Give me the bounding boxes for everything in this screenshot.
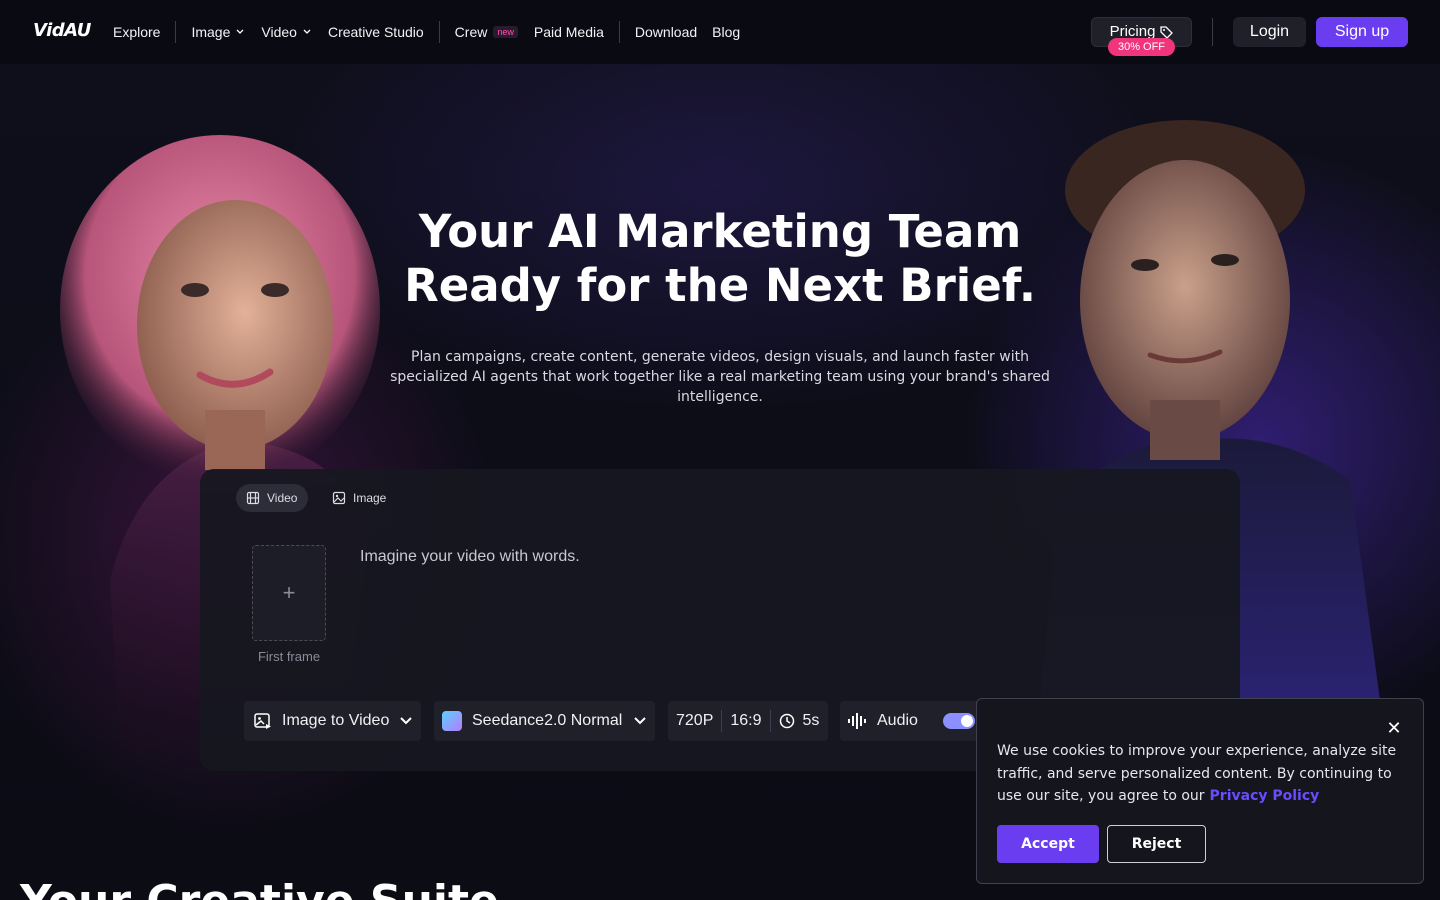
headline-line-2: Ready for the Next Brief. — [404, 259, 1036, 312]
nav-image-dropdown[interactable]: Image — [191, 24, 244, 40]
image-to-video-icon — [254, 713, 271, 729]
cookie-banner: ✕ We use cookies to improve your experie… — [976, 698, 1424, 884]
nav-paid-media-label: Paid Media — [533, 24, 604, 40]
first-frame-label: First frame — [257, 649, 321, 664]
tab-image[interactable]: Image — [322, 484, 398, 512]
audio-label: Audio — [877, 712, 918, 729]
nav-blog-label: Blog — [712, 24, 741, 40]
settings-divider — [769, 710, 771, 732]
plus-icon: + — [282, 580, 296, 605]
tab-image-label: Image — [353, 491, 387, 505]
nav-divider — [1212, 18, 1213, 46]
nav-explore[interactable]: Explore — [113, 24, 160, 40]
nav-divider — [618, 21, 620, 43]
headline-line-1: Your AI Marketing Team — [418, 205, 1022, 258]
hero-headline: Your AI Marketing Team Ready for the Nex… — [320, 205, 1120, 313]
signup-button[interactable]: Sign up — [1316, 17, 1408, 47]
chevron-down-icon — [400, 717, 413, 725]
nav-creative-studio[interactable]: Creative Studio — [328, 24, 424, 40]
privacy-policy-link[interactable]: Privacy Policy — [1210, 788, 1320, 804]
nav-crew-label: Crew — [454, 24, 488, 40]
chevron-down-icon — [303, 29, 311, 34]
chevron-down-icon — [634, 717, 647, 725]
settings-divider — [721, 710, 723, 732]
nav-download[interactable]: Download — [635, 24, 697, 40]
aspect-ratio-value: 16:9 — [730, 712, 762, 729]
nav-video-label: Video — [261, 24, 297, 40]
tab-video-label: Video — [267, 491, 298, 505]
mode-select-value: Image to Video — [282, 712, 390, 729]
resolution-value: 720P — [676, 712, 714, 729]
prompt-input[interactable]: Imagine your video with words. — [360, 548, 1210, 566]
seedance-model-icon — [442, 711, 462, 731]
nav-divider — [438, 21, 440, 43]
tab-video[interactable]: Video — [236, 484, 308, 512]
audio-toggle[interactable] — [942, 713, 975, 729]
first-frame-upload[interactable]: + — [252, 545, 326, 641]
model-select[interactable]: Seedance2.0 Normal — [434, 701, 655, 741]
image-icon — [332, 491, 346, 505]
nav-links: Explore Image Video Creative Studio Crew… — [113, 21, 740, 43]
nav-video-dropdown[interactable]: Video — [261, 24, 311, 40]
tag-icon — [1160, 26, 1174, 39]
login-button[interactable]: Login — [1233, 17, 1306, 47]
nav-paid-media[interactable]: Paid Media — [534, 24, 604, 40]
cookie-message-text: We use cookies to improve your experienc… — [997, 743, 1397, 804]
discount-badge: 30% OFF — [1108, 38, 1175, 56]
chevron-down-icon — [236, 29, 244, 34]
nav-image-label: Image — [191, 24, 231, 40]
clock-icon — [779, 713, 794, 729]
creative-suite-heading: Your Creative Suite — [20, 876, 499, 900]
cookie-message: We use cookies to improve your experienc… — [997, 740, 1407, 808]
audio-waveform-icon — [848, 713, 866, 729]
nav-divider — [175, 21, 177, 43]
top-navbar: VidAU Explore Image Video Creative Studi… — [0, 0, 1440, 64]
audio-control: Audio — [840, 701, 980, 741]
nav-crew[interactable]: Crew new — [455, 24, 518, 40]
vidau-logo[interactable]: VidAU — [33, 20, 91, 41]
close-icon[interactable]: ✕ — [1385, 719, 1403, 737]
nav-explore-label: Explore — [113, 24, 161, 40]
film-icon — [246, 491, 260, 505]
nav-download-label: Download — [634, 24, 698, 40]
hero-subtitle: Plan campaigns, create content, generate… — [390, 349, 1050, 405]
mode-select[interactable]: Image to Video — [244, 701, 421, 741]
duration-value: 5s — [802, 712, 820, 729]
reject-button[interactable]: Reject — [1107, 825, 1206, 863]
accept-button[interactable]: Accept — [997, 825, 1099, 863]
new-badge: new — [493, 26, 518, 38]
nav-blog[interactable]: Blog — [712, 24, 740, 40]
generation-settings[interactable]: 720P 16:9 5s — [668, 701, 828, 741]
nav-creative-studio-label: Creative Studio — [327, 24, 424, 40]
model-select-value: Seedance2.0 Normal — [472, 712, 623, 729]
